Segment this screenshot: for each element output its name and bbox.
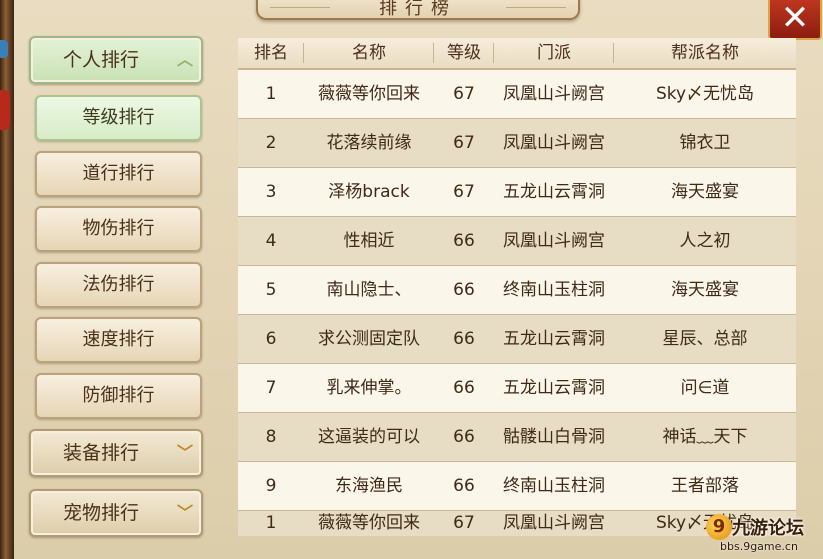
table-row[interactable]: 1 薇薇等你回来 67 凤凰山斗阙宫 Sky〆无忧岛 — [238, 70, 796, 119]
subitem-defense-ranking[interactable]: 防御排行 — [35, 373, 202, 419]
category-label: 装备排行 — [62, 442, 139, 464]
category-equipment-ranking[interactable]: 装备排行 ﹀ — [29, 429, 203, 477]
chevron-down-icon: ﹀ — [176, 443, 193, 462]
subitem-daoxing-ranking[interactable]: 道行排行 — [35, 151, 202, 197]
table-row[interactable]: 8 这逼装的可以 66 骷髅山白骨洞 神话﹏天下 — [238, 413, 796, 462]
cell-school: 凤凰山斗阙宫 — [503, 513, 605, 533]
cell-name: 南山隐士、 — [326, 280, 412, 300]
cell-guild: 人之初 — [679, 231, 731, 251]
subitem-magic-damage-ranking[interactable]: 法伤排行 — [35, 262, 202, 308]
cell-guild: Sky〆无忧岛 — [655, 84, 755, 104]
cell-rank: 3 — [265, 182, 277, 202]
cell-school: 凤凰山斗阙宫 — [503, 231, 605, 251]
chevron-up-icon: ︿ — [176, 50, 193, 69]
table-row[interactable]: 5 南山隐士、 66 终南山玉柱洞 海天盛宴 — [238, 266, 796, 315]
cell-rank: 4 — [265, 231, 277, 251]
cell-school: 终南山玉柱洞 — [503, 280, 605, 300]
cell-level: 66 — [453, 329, 475, 349]
cell-guild: 海天盛宴 — [671, 182, 739, 202]
table-header: 排名 名称 等级 门派 帮派名称 — [238, 38, 796, 70]
side-tab-icon — [0, 90, 10, 130]
cell-guild: 问∈道 — [680, 378, 730, 398]
cell-school: 骷髅山白骨洞 — [503, 427, 605, 447]
cell-level: 66 — [453, 280, 475, 300]
cell-rank: 7 — [265, 378, 277, 398]
banner-ornament-icon — [506, 0, 566, 8]
chevron-down-icon: ﹀ — [176, 503, 193, 522]
close-button[interactable]: ✕ — [768, 0, 822, 40]
watermark-title: 九游论坛 — [732, 518, 804, 539]
cell-name: 性相近 — [343, 231, 395, 251]
table-row[interactable]: 4 性相近 66 凤凰山斗阙宫 人之初 — [238, 217, 796, 266]
cell-level: 67 — [453, 133, 475, 153]
cell-name: 花落续前缘 — [326, 133, 412, 153]
subitem-speed-ranking[interactable]: 速度排行 — [35, 317, 202, 363]
forum-watermark: 9 九游论坛 bbs.9game.cn — [706, 510, 821, 556]
header-rank: 排名 — [238, 38, 304, 68]
cell-guild: 海天盛宴 — [671, 280, 739, 300]
table-row[interactable]: 3 泽杨brack 67 五龙山云霄洞 海天盛宴 — [238, 168, 796, 217]
ranking-table[interactable]: 排名 名称 等级 门派 帮派名称 1 薇薇等你回来 67 凤凰山斗阙宫 Sky〆… — [238, 38, 796, 536]
cell-name: 薇薇等你回来 — [318, 513, 420, 533]
cell-guild: 神话﹏天下 — [662, 427, 748, 447]
category-label: 个人排行 — [62, 49, 139, 71]
window-title: 排行榜 — [379, 0, 457, 19]
forum-logo-icon: 9 — [706, 514, 732, 540]
cell-name: 乳来伸掌。 — [326, 378, 412, 398]
cell-school: 五龙山云霄洞 — [503, 329, 605, 349]
window-title-banner: 排行榜 — [256, 0, 580, 20]
table-row[interactable]: 2 花落续前缘 67 凤凰山斗阙宫 锦衣卫 — [238, 119, 796, 168]
cell-school: 凤凰山斗阙宫 — [503, 84, 605, 104]
cell-guild: 星辰、总部 — [662, 329, 748, 349]
category-personal-ranking[interactable]: 个人排行 ︿ — [29, 36, 203, 84]
cell-level: 67 — [453, 182, 475, 202]
subitem-level-ranking[interactable]: 等级排行 — [35, 95, 202, 141]
cell-rank: 1 — [265, 84, 277, 104]
cell-rank: 5 — [265, 280, 277, 300]
cell-name: 泽杨brack — [328, 182, 410, 202]
table-row[interactable]: 7 乳来伸掌。 66 五龙山云霄洞 问∈道 — [238, 364, 796, 413]
cell-school: 凤凰山斗阙宫 — [503, 133, 605, 153]
cell-level: 67 — [453, 84, 475, 104]
subitem-physical-damage-ranking[interactable]: 物伤排行 — [35, 206, 202, 252]
cell-guild: 锦衣卫 — [679, 133, 731, 153]
cell-name: 薇薇等你回来 — [318, 84, 420, 104]
cell-name: 求公测固定队 — [318, 329, 420, 349]
banner-ornament-icon — [270, 0, 330, 8]
cell-school: 五龙山云霄洞 — [503, 182, 605, 202]
cell-rank: 6 — [265, 329, 277, 349]
cell-rank: 8 — [265, 427, 277, 447]
category-pet-ranking[interactable]: 宠物排行 ﹀ — [29, 489, 203, 537]
cell-school: 五龙山云霄洞 — [503, 378, 605, 398]
category-label: 宠物排行 — [62, 502, 139, 524]
table-row[interactable]: 6 求公测固定队 66 五龙山云霄洞 星辰、总部 — [238, 315, 796, 364]
cell-level: 66 — [453, 427, 475, 447]
close-icon: ✕ — [780, 0, 810, 38]
header-name: 名称 — [304, 38, 434, 68]
header-level: 等级 — [434, 38, 494, 68]
cell-name: 这逼装的可以 — [318, 427, 420, 447]
side-orb-icon — [0, 40, 8, 58]
watermark-url: bbs.9game.cn — [720, 540, 798, 553]
cell-level: 66 — [453, 378, 475, 398]
header-guild: 帮派名称 — [671, 43, 739, 63]
header-school: 门派 — [494, 38, 614, 68]
cell-rank: 1 — [265, 513, 277, 533]
cell-level: 66 — [453, 231, 475, 251]
cell-rank: 2 — [265, 133, 277, 153]
cell-level: 67 — [453, 513, 475, 533]
